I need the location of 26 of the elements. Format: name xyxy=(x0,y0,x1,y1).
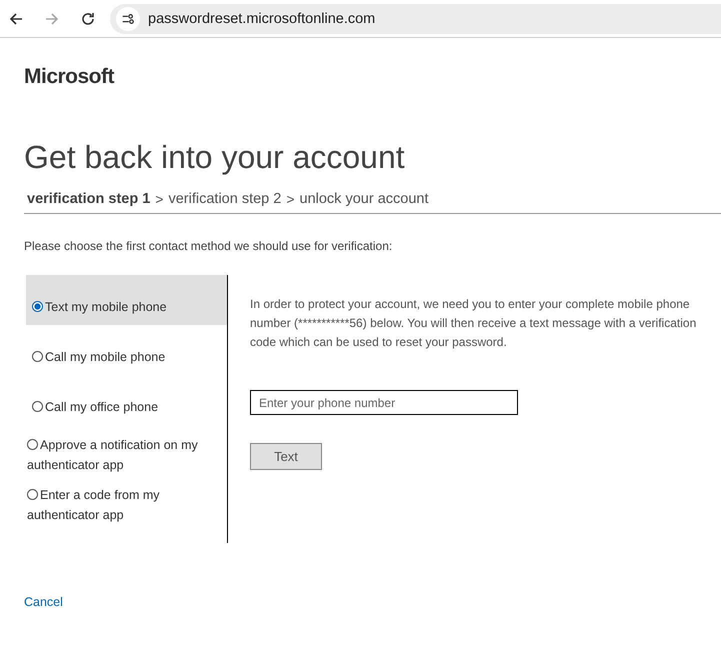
method-option[interactable]: Approve a notification on my authenticator app xyxy=(26,425,227,475)
back-icon[interactable] xyxy=(8,10,24,26)
step-label: unlock your account xyxy=(300,191,428,207)
page-title: Get back into your account xyxy=(24,138,406,177)
method-option[interactable]: Text my mobile phone xyxy=(26,275,227,325)
address-bar[interactable]: passwordreset.microsoftonline.com xyxy=(110,4,721,34)
radio-button[interactable] xyxy=(32,401,43,412)
cancel-link[interactable]: Cancel xyxy=(24,595,63,609)
site-settings-icon[interactable] xyxy=(116,6,140,30)
step-label: verification step 1 xyxy=(27,191,150,207)
description-text: In order to protect your account, we need you to enter your complete mobile phone number (***********56) below. You will then receive a text message with a verification code which can be used to reset your password. xyxy=(250,296,698,351)
method-option[interactable]: Call my mobile phone xyxy=(26,325,227,375)
step-label: verification step 2 xyxy=(168,191,282,207)
method-option[interactable]: Enter a code from my authenticator app xyxy=(26,475,227,525)
radio-button[interactable] xyxy=(32,301,43,312)
reload-icon[interactable] xyxy=(80,10,96,26)
radio-button[interactable] xyxy=(27,439,38,450)
instruction-text: Please choose the first contact method we should use for verification: xyxy=(24,239,394,253)
step-separator: > xyxy=(286,191,295,207)
radio-button[interactable] xyxy=(27,489,38,500)
brand-logo: Microsoft xyxy=(24,65,114,89)
text-button[interactable]: Text xyxy=(250,443,322,470)
method-option[interactable]: Call my office phone xyxy=(26,375,227,425)
radio-button[interactable] xyxy=(32,351,43,362)
phone-input-field[interactable]: Enter your phone number xyxy=(250,390,518,415)
step-separator: > xyxy=(155,191,164,207)
